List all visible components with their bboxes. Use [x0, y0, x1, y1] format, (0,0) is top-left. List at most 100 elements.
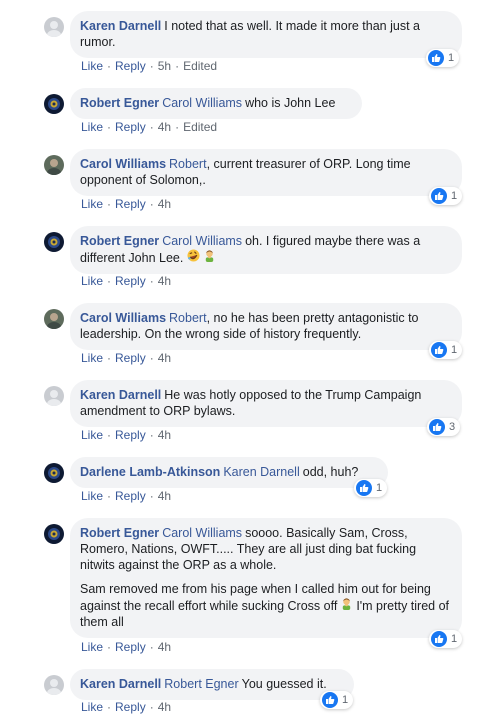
- comment-actions: Like · Reply · 4h: [81, 640, 172, 654]
- mention-link[interactable]: Carol Williams: [162, 234, 242, 248]
- like-reaction-icon: [356, 480, 372, 496]
- reaction-number: 1: [376, 482, 383, 494]
- facepalm-emoji-icon: [340, 597, 353, 614]
- comment-actions: Like · Reply · 4h: [81, 428, 172, 442]
- like-reaction-icon: [431, 188, 447, 204]
- avatar-karen[interactable]: [44, 675, 64, 695]
- like-link[interactable]: Like: [81, 351, 103, 365]
- mention-link[interactable]: Robert: [169, 157, 207, 171]
- reaction-number: 1: [451, 633, 458, 645]
- reply-link[interactable]: Reply: [115, 120, 146, 134]
- timestamp[interactable]: 4h: [158, 700, 171, 714]
- comment-actions: Like · Reply · 4h: [81, 197, 172, 211]
- reaction-count[interactable]: 1: [429, 341, 463, 359]
- comment-author[interactable]: Robert Egner: [80, 234, 159, 248]
- avatar-carol[interactable]: [44, 309, 64, 329]
- reaction-count[interactable]: 1: [429, 187, 463, 205]
- comment-actions: Like · Reply · 5h · Edited: [81, 59, 218, 73]
- timestamp[interactable]: 4h: [158, 428, 171, 442]
- reply-link[interactable]: Reply: [115, 700, 146, 714]
- timestamp[interactable]: 4h: [158, 120, 171, 134]
- reply-link[interactable]: Reply: [115, 489, 146, 503]
- reaction-count[interactable]: 3: [427, 418, 461, 436]
- avatar-karen[interactable]: [44, 17, 64, 37]
- mention-link[interactable]: Carol Williams: [162, 96, 242, 110]
- like-link[interactable]: Like: [81, 59, 103, 73]
- comment-bubble: Karen Darnell Robert Egner You guessed it.: [70, 669, 354, 700]
- profile-photo-icon: [44, 309, 64, 329]
- timestamp[interactable]: 4h: [158, 351, 171, 365]
- profile-photo-icon: [44, 94, 64, 114]
- mention-link[interactable]: Carol Williams: [162, 526, 242, 540]
- comment-bubble: Carol Williams Robert, current treasurer …: [70, 149, 462, 196]
- mention-link[interactable]: Robert: [169, 311, 207, 325]
- comment-actions: Like · Reply · 4h: [81, 351, 172, 365]
- reply-link[interactable]: Reply: [115, 351, 146, 365]
- reaction-number: 1: [448, 52, 455, 64]
- timestamp[interactable]: 4h: [158, 489, 171, 503]
- reaction-count[interactable]: 1: [429, 630, 463, 648]
- comment-text: who is John Lee: [245, 96, 336, 110]
- comment-bubble: Karen Darnell He was hotly opposed to the…: [70, 380, 462, 427]
- comment-paragraph: Sam removed me from his page when I call…: [80, 581, 452, 630]
- profile-photo-icon: [44, 17, 64, 37]
- comment-bubble: Darlene Lamb-Atkinson Karen Darnell odd, h…: [70, 457, 388, 488]
- like-link[interactable]: Like: [81, 640, 103, 654]
- comment-author[interactable]: Carol Williams: [80, 157, 166, 171]
- avatar-robert[interactable]: [44, 524, 64, 544]
- edited-label[interactable]: Edited: [183, 59, 217, 73]
- like-reaction-icon: [428, 50, 444, 66]
- like-reaction-icon: [322, 692, 338, 708]
- timestamp[interactable]: 4h: [158, 274, 171, 288]
- reaction-count[interactable]: 1: [354, 479, 388, 497]
- comment-bubble: Robert Egner Carol Williams oh. I figured …: [70, 226, 462, 274]
- reaction-count[interactable]: 1: [320, 691, 354, 709]
- comment-bubble: Robert Egner Carol Williams soooo. Basical…: [70, 518, 462, 638]
- timestamp[interactable]: 5h: [158, 59, 171, 73]
- avatar-karen[interactable]: [44, 386, 64, 406]
- reply-link[interactable]: Reply: [115, 59, 146, 73]
- like-link[interactable]: Like: [81, 428, 103, 442]
- comment-author[interactable]: Darlene Lamb-Atkinson: [80, 465, 220, 479]
- like-reaction-icon: [431, 631, 447, 647]
- comment-bubble: Carol Williams Robert, no he has been pre…: [70, 303, 462, 350]
- profile-photo-icon: [44, 232, 64, 252]
- comment-author[interactable]: Karen Darnell: [80, 388, 161, 402]
- like-reaction-icon: [431, 342, 447, 358]
- comment-bubble: Karen Darnell I noted that as well. It ma…: [70, 11, 462, 58]
- comment-actions: Like · Reply · 4h: [81, 700, 172, 714]
- avatar-robert[interactable]: [44, 232, 64, 252]
- comment-actions: Like · Reply · 4h · Edited: [81, 120, 218, 134]
- avatar-darlene[interactable]: [44, 463, 64, 483]
- comment-author[interactable]: Robert Egner: [80, 526, 159, 540]
- comment-author[interactable]: Karen Darnell: [80, 677, 161, 691]
- comment-author[interactable]: Carol Williams: [80, 311, 166, 325]
- comment-text: You guessed it.: [241, 677, 327, 691]
- comment-author[interactable]: Robert Egner: [80, 96, 159, 110]
- reply-link[interactable]: Reply: [115, 640, 146, 654]
- mention-link[interactable]: Robert Egner: [164, 677, 238, 691]
- reaction-count[interactable]: 1: [426, 49, 460, 67]
- timestamp[interactable]: 4h: [158, 640, 171, 654]
- edited-label[interactable]: Edited: [183, 120, 217, 134]
- like-link[interactable]: Like: [81, 197, 103, 211]
- comment-author[interactable]: Karen Darnell: [80, 19, 161, 33]
- comment-text: odd, huh?: [302, 465, 359, 479]
- comment-bubble: Robert Egner Carol Williams who is John Le…: [70, 88, 362, 119]
- rofl-emoji-icon: [187, 249, 200, 266]
- reaction-number: 1: [451, 344, 458, 356]
- mention-link[interactable]: Karen Darnell: [223, 465, 299, 479]
- reply-link[interactable]: Reply: [115, 428, 146, 442]
- avatar-robert[interactable]: [44, 94, 64, 114]
- like-link[interactable]: Like: [81, 489, 103, 503]
- like-link[interactable]: Like: [81, 120, 103, 134]
- profile-photo-icon: [44, 524, 64, 544]
- reply-link[interactable]: Reply: [115, 274, 146, 288]
- like-link[interactable]: Like: [81, 700, 103, 714]
- reply-link[interactable]: Reply: [115, 197, 146, 211]
- timestamp[interactable]: 4h: [158, 197, 171, 211]
- like-link[interactable]: Like: [81, 274, 103, 288]
- avatar-carol[interactable]: [44, 155, 64, 175]
- profile-photo-icon: [44, 675, 64, 695]
- facepalm-emoji-icon: [203, 249, 216, 266]
